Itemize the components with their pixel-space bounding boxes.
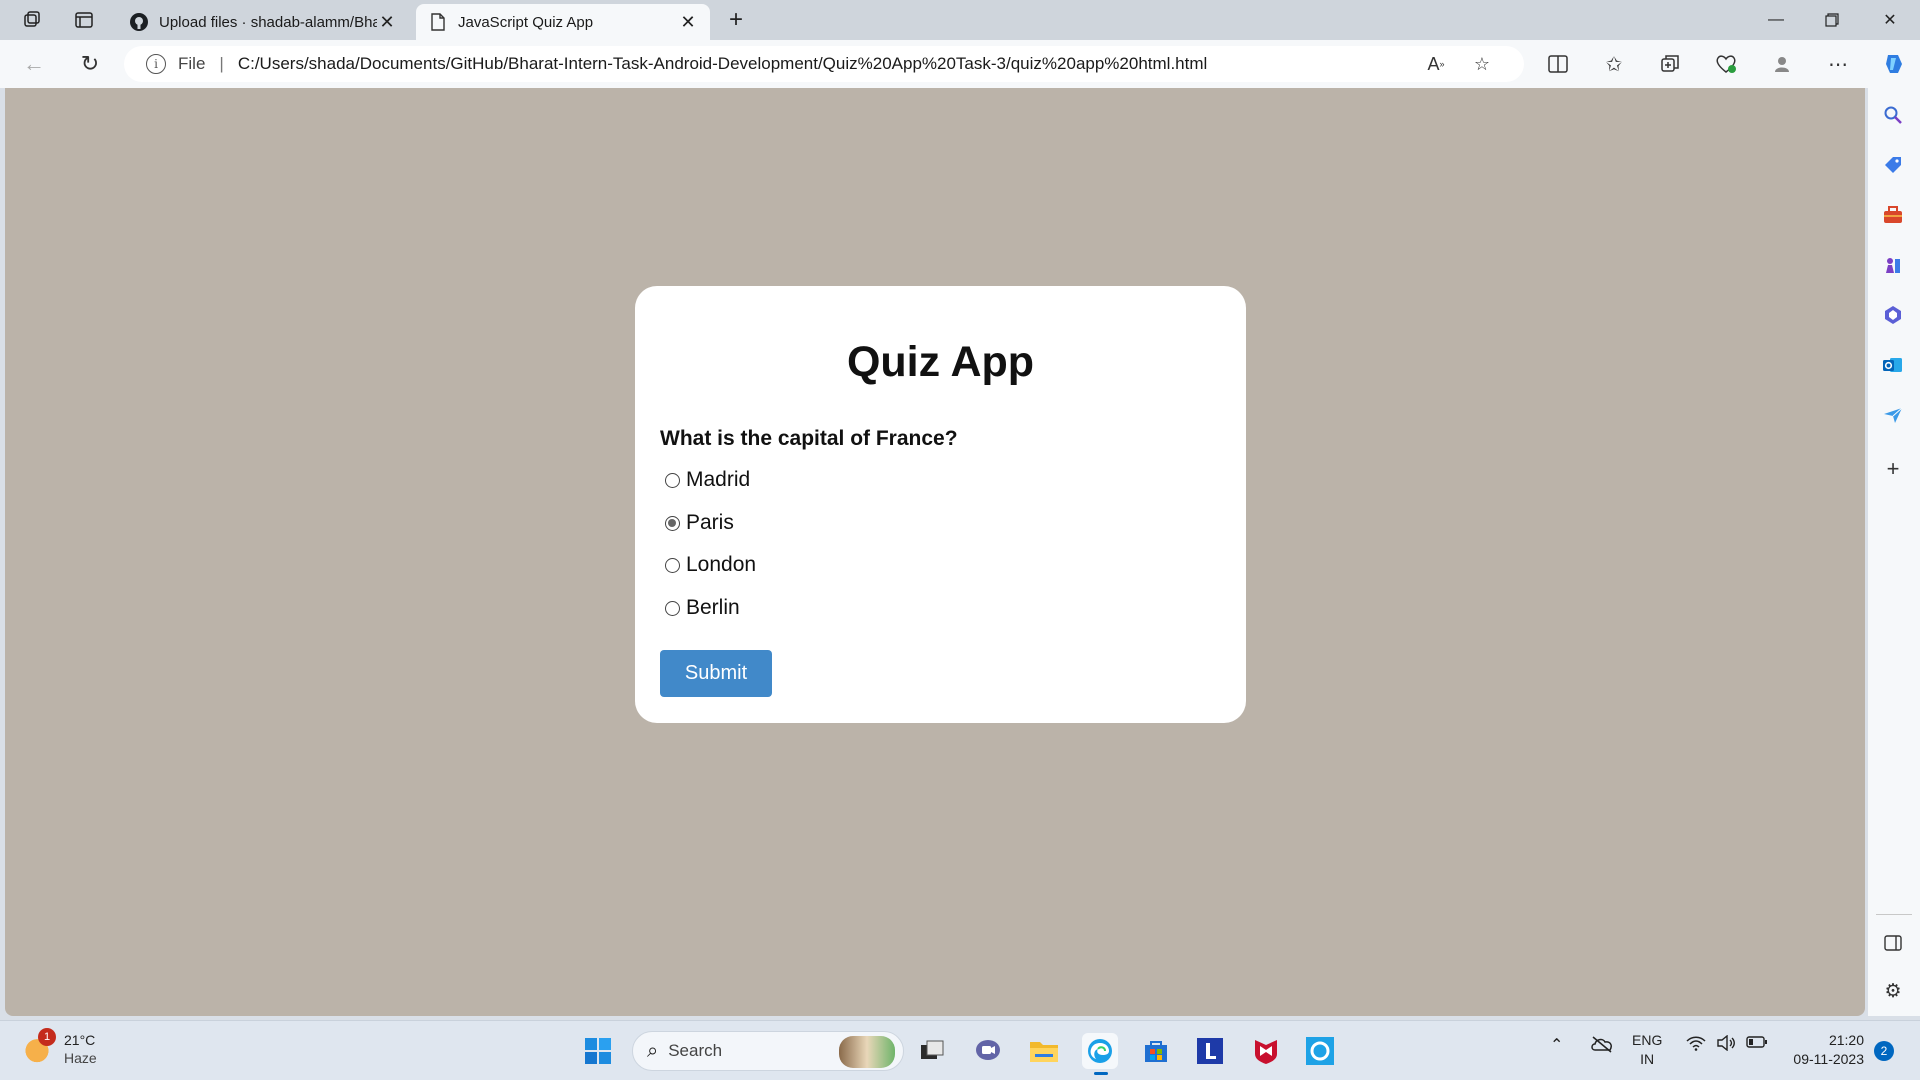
- restore-button[interactable]: [1804, 0, 1860, 40]
- send-drop-icon[interactable]: [1878, 400, 1908, 430]
- weather-temp: 21°C: [64, 1032, 96, 1048]
- browser-essentials-icon[interactable]: [1712, 50, 1740, 78]
- radio-button[interactable]: [665, 557, 680, 573]
- active-app-indicator: [1094, 1072, 1108, 1075]
- taskbar-search[interactable]: ⌕ Search: [632, 1031, 904, 1071]
- option-berlin[interactable]: Berlin: [665, 596, 740, 620]
- tab-quiz-app[interactable]: JavaScript Quiz App ✕: [416, 4, 710, 40]
- browser-toolbar: ← ↻ i File | C:/Users/shada/Documents/Gi…: [0, 40, 1920, 88]
- option-label: Berlin: [686, 596, 740, 619]
- windows-start-icon[interactable]: [580, 1033, 616, 1069]
- volume-icon[interactable]: [1716, 1035, 1736, 1051]
- hide-sidebar-icon[interactable]: [1878, 928, 1908, 958]
- microsoft-store-icon[interactable]: [1138, 1033, 1174, 1069]
- onedrive-offline-icon[interactable]: [1590, 1035, 1614, 1053]
- edge-browser-icon[interactable]: [1082, 1033, 1118, 1075]
- tab-actions-icon[interactable]: [72, 8, 96, 32]
- shopping-tag-icon[interactable]: [1878, 150, 1908, 180]
- radio-button-selected[interactable]: [665, 515, 680, 531]
- profile-icon[interactable]: [1768, 50, 1796, 78]
- collections-icon[interactable]: [1656, 50, 1684, 78]
- outlook-icon[interactable]: [1878, 350, 1908, 380]
- teams-chat-icon[interactable]: [970, 1033, 1006, 1069]
- option-label: Madrid: [686, 468, 751, 491]
- quiz-card: Quiz App What is the capital of France? …: [635, 286, 1246, 723]
- split-screen-icon[interactable]: [1544, 50, 1572, 78]
- separator: |: [219, 54, 224, 73]
- l-app-icon[interactable]: [1192, 1033, 1228, 1069]
- file-explorer-icon[interactable]: [1026, 1033, 1062, 1069]
- task-view-icon[interactable]: [914, 1033, 950, 1069]
- search-placeholder: Search: [668, 1041, 723, 1060]
- tab-title: JavaScript Quiz App: [458, 13, 594, 31]
- language-indicator[interactable]: ENG IN: [1632, 1031, 1662, 1069]
- read-aloud-icon[interactable]: A»: [1422, 46, 1450, 82]
- tab-title: Upload files · shadab-alamm/Bha: [159, 13, 377, 31]
- windows-taskbar: 1 21°C Haze ⌕ Search ⌃ ENG IN 21:20 09-1…: [0, 1020, 1920, 1080]
- favorite-star-icon[interactable]: ☆: [1468, 46, 1496, 82]
- tab-github-upload[interactable]: Upload files · shadab-alamm/Bha ✕: [117, 4, 409, 40]
- clock-time: 21:20: [1828, 1032, 1864, 1048]
- sidebar-settings-icon[interactable]: ⚙: [1878, 976, 1908, 1006]
- minimize-button[interactable]: —: [1748, 0, 1804, 40]
- weather-widget[interactable]: 1 21°C Haze: [20, 1028, 97, 1067]
- more-options-icon[interactable]: ⋯: [1824, 50, 1852, 78]
- games-icon[interactable]: [1878, 250, 1908, 280]
- url-text[interactable]: C:/Users/shada/Documents/GitHub/Bharat-I…: [238, 54, 1207, 74]
- show-hidden-icons[interactable]: ⌃: [1550, 1035, 1563, 1055]
- scheme-label: File: [178, 54, 206, 73]
- page-icon: [428, 12, 448, 32]
- microsoft-365-icon[interactable]: [1878, 300, 1908, 330]
- weather-condition: Haze: [64, 1050, 97, 1066]
- edge-sidebar: + ⚙: [1868, 88, 1920, 1016]
- battery-icon[interactable]: [1746, 1035, 1768, 1049]
- workspaces-icon[interactable]: [20, 8, 44, 32]
- close-tab-icon[interactable]: ✕: [678, 12, 698, 32]
- radio-button[interactable]: [665, 472, 680, 488]
- weather-sun-icon: 1: [20, 1028, 56, 1066]
- close-window-button[interactable]: ✕: [1862, 0, 1918, 40]
- new-tab-button[interactable]: +: [722, 6, 750, 34]
- option-label: London: [686, 553, 757, 576]
- sidebar-divider: [1876, 914, 1912, 915]
- quiz-title: Quiz App: [846, 338, 1035, 386]
- close-tab-icon[interactable]: ✕: [377, 12, 397, 32]
- submit-button[interactable]: Submit: [660, 650, 772, 697]
- weather-badge: 1: [38, 1028, 56, 1046]
- wifi-icon[interactable]: [1686, 1035, 1706, 1051]
- mcafee-icon[interactable]: [1248, 1033, 1284, 1069]
- refresh-icon[interactable]: ↻: [76, 50, 104, 78]
- system-clock[interactable]: 21:20 09-11-2023: [1784, 1031, 1864, 1069]
- option-paris[interactable]: Paris: [665, 511, 734, 535]
- option-label: Paris: [686, 511, 734, 534]
- radio-button[interactable]: [665, 600, 680, 616]
- page-viewport: Quiz App What is the capital of France? …: [5, 88, 1865, 1016]
- search-icon: ⌕: [647, 1039, 659, 1062]
- option-madrid[interactable]: Madrid: [665, 468, 750, 492]
- search-highlight-icon: [839, 1036, 895, 1068]
- address-bar[interactable]: i File | C:/Users/shada/Documents/GitHub…: [124, 46, 1524, 82]
- search-icon[interactable]: [1878, 100, 1908, 130]
- clock-date: 09-11-2023: [1793, 1051, 1864, 1067]
- question-text: What is the capital of France?: [660, 427, 958, 450]
- copilot-icon[interactable]: [1880, 50, 1908, 78]
- github-icon: [129, 12, 149, 32]
- option-london[interactable]: London: [665, 553, 756, 577]
- info-icon[interactable]: i: [146, 54, 166, 74]
- back-icon[interactable]: ←: [20, 50, 48, 78]
- tools-briefcase-icon[interactable]: [1878, 200, 1908, 230]
- add-sidebar-app-icon[interactable]: +: [1878, 454, 1908, 484]
- notification-count-badge[interactable]: 2: [1874, 1041, 1894, 1061]
- cortana-app-icon[interactable]: [1302, 1033, 1338, 1069]
- favorites-icon[interactable]: ✩: [1600, 50, 1628, 78]
- region-code: IN: [1640, 1051, 1655, 1067]
- language-code: ENG: [1632, 1032, 1663, 1048]
- title-bar: Upload files · shadab-alamm/Bha ✕ JavaSc…: [0, 0, 1920, 40]
